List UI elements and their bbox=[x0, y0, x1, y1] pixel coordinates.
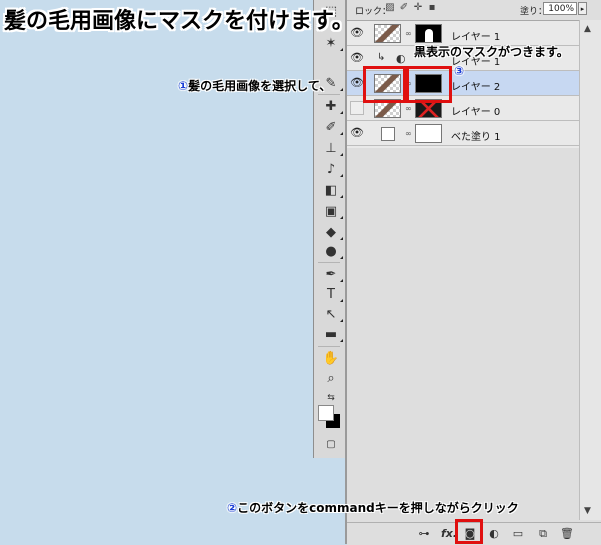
layer-name: べた塗り 1 bbox=[451, 132, 501, 143]
lock-paint-icon[interactable]: ✐ bbox=[399, 3, 409, 13]
adjustment-layer-icon: ◐ bbox=[396, 52, 406, 65]
group-icon[interactable]: ▭ bbox=[511, 527, 525, 541]
mask-thumbnail[interactable] bbox=[415, 24, 442, 43]
trash-icon[interactable]: 🗑 bbox=[560, 527, 574, 541]
brush-icon[interactable]: ✐ bbox=[323, 119, 343, 135]
visibility-toggle[interactable] bbox=[350, 101, 364, 115]
eye-icon[interactable]: 👁 bbox=[350, 51, 364, 65]
annotation-step1: ①髪の毛用画像を選択して、 bbox=[178, 77, 331, 94]
step3-number: ③ bbox=[454, 64, 465, 78]
layer-thumbnail[interactable] bbox=[374, 24, 401, 43]
fx-icon[interactable]: fx. bbox=[441, 527, 457, 541]
step1-number: ① bbox=[178, 79, 189, 93]
history-brush-icon[interactable]: ♪ bbox=[323, 161, 343, 177]
fill-dropdown-arrow[interactable]: ▸ bbox=[578, 2, 587, 15]
scroll-up-icon[interactable]: ▲ bbox=[584, 24, 591, 34]
step1-text: 髪の毛用画像を選択して、 bbox=[188, 79, 332, 93]
blur-icon[interactable]: ◆ bbox=[323, 224, 343, 240]
highlight-add-mask-button bbox=[455, 519, 483, 544]
swap-colors-icon[interactable]: ⇆ bbox=[323, 390, 339, 406]
new-layer-icon[interactable]: ⧉ bbox=[536, 527, 550, 541]
fill-input[interactable]: 100% bbox=[543, 2, 577, 15]
rectangle-icon[interactable]: ▬ bbox=[323, 326, 343, 342]
quick-mask-icon[interactable]: ▢ bbox=[323, 437, 339, 453]
link-icon[interactable]: ∞ bbox=[405, 104, 412, 113]
layer-name: レイヤー 2 bbox=[451, 82, 501, 93]
annotation-step2: ②このボタンをcommandキーを押しながらクリック bbox=[227, 499, 519, 516]
clipping-arrow-icon: ↳ bbox=[377, 52, 386, 63]
link-icon[interactable]: ∞ bbox=[405, 129, 412, 138]
stamp-icon[interactable]: ⊥ bbox=[323, 140, 343, 156]
layer-row[interactable]: 👁 ∞ べた塗り 1 bbox=[347, 121, 579, 146]
scroll-down-icon[interactable]: ▼ bbox=[584, 506, 591, 516]
type-icon[interactable]: T bbox=[323, 286, 343, 302]
layer-name: レイヤー 1 bbox=[451, 32, 501, 43]
lock-all-icon[interactable]: ▪ bbox=[427, 3, 437, 13]
link-icon[interactable]: ∞ bbox=[405, 29, 412, 38]
page-title: 髪の毛用画像にマスクを付けます。 bbox=[4, 9, 354, 34]
path-select-icon[interactable]: ↖ bbox=[323, 306, 343, 322]
highlight-layer-thumbnail bbox=[363, 66, 406, 103]
link-layers-icon[interactable]: ⊶ bbox=[417, 527, 431, 541]
eye-icon[interactable]: 👁 bbox=[350, 76, 364, 90]
scrollbar[interactable]: ▲ ▼ bbox=[579, 20, 601, 520]
step2-number: ② bbox=[227, 501, 238, 515]
step2-text: このボタンをcommandキーを押しながらクリック bbox=[237, 501, 519, 515]
healing-brush-icon[interactable]: ✚ bbox=[323, 98, 343, 114]
hand-icon[interactable]: ✋ bbox=[323, 350, 339, 366]
tools-panel: ⬚ ✶ ✎ ✚ ✐ ⊥ ♪ ◧ ▣ ◆ ● ✒ T ↖ ▬ ✋ ⌕ ⇆ ▢ bbox=[313, 0, 346, 458]
adjustment-icon[interactable]: ◐ bbox=[487, 527, 501, 541]
magic-wand-icon[interactable]: ✶ bbox=[323, 35, 343, 51]
annotation-step3-text: 黒表示のマスクがつきます。 bbox=[414, 45, 569, 59]
annotation-step3-number: ③ bbox=[454, 64, 464, 78]
lock-bar: ロック： ▨ ✐ ✛ ▪ 塗り： 100% ▸ bbox=[347, 0, 601, 20]
eraser-icon[interactable]: ◧ bbox=[323, 182, 343, 198]
zoom-icon[interactable]: ⌕ bbox=[323, 370, 339, 386]
fill-color-thumbnail[interactable] bbox=[381, 127, 395, 141]
dodge-icon[interactable]: ● bbox=[323, 243, 343, 259]
lock-transparent-icon[interactable]: ▨ bbox=[385, 3, 395, 13]
layer-name: レイヤー 0 bbox=[451, 107, 501, 118]
highlight-mask-thumbnail bbox=[406, 66, 452, 103]
mask-thumbnail[interactable] bbox=[415, 124, 442, 143]
eye-icon[interactable]: 👁 bbox=[350, 126, 364, 140]
pen-icon[interactable]: ✒ bbox=[323, 266, 343, 282]
foreground-color-swatch[interactable] bbox=[318, 405, 334, 421]
lock-move-icon[interactable]: ✛ bbox=[413, 3, 423, 13]
gradient-icon[interactable]: ▣ bbox=[323, 203, 343, 219]
